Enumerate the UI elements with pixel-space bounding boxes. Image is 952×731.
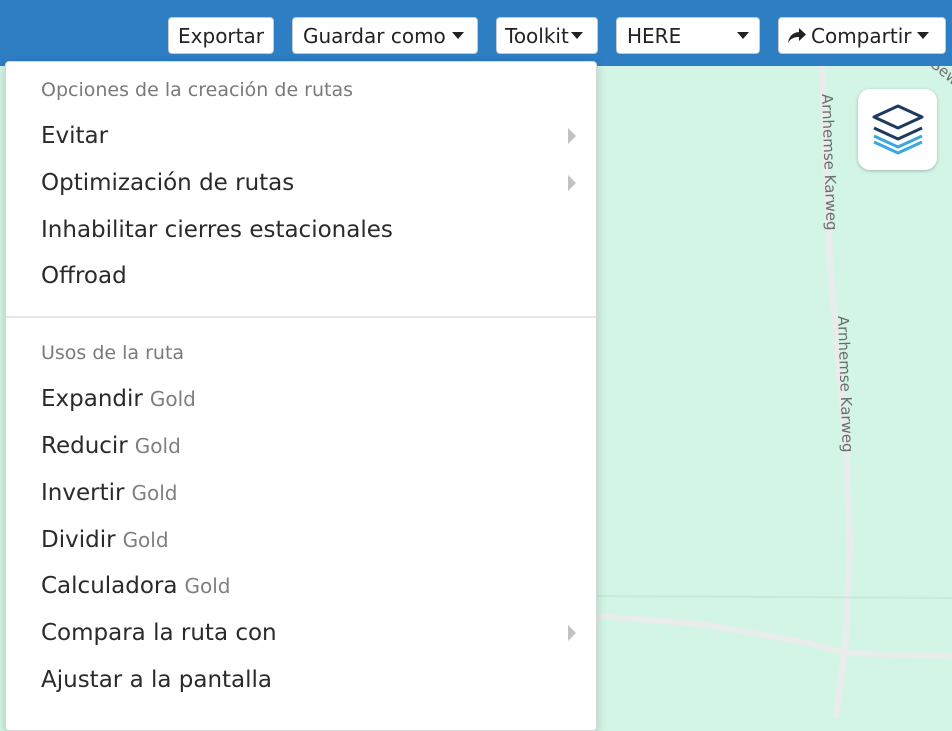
road-label-corner: Sew [927,66,952,89]
menu-item-offroad[interactable]: Offroad [41,258,580,294]
menu-item-label: Evitar [41,123,109,149]
menu-section-header-routing: Opciones de la creación de rutas [41,79,354,101]
menu-item-invertir[interactable]: Invertir Gold [41,475,580,511]
menu-item-label: Invertir [41,480,125,506]
top-toolbar: Exportar Guardar como Toolkit HERE Compa… [0,0,952,66]
menu-item-inhabilitar-cierres[interactable]: Inhabilitar cierres estacionales [41,212,580,248]
menu-item-label: Calculadora [41,573,178,599]
menu-divider [6,316,596,318]
menu-item-label: Offroad [41,263,127,289]
road-label-upper: Arnhemse Karweg [818,94,841,231]
chevron-right-icon [568,128,576,144]
share-button[interactable]: Compartir [778,17,946,54]
save-as-button[interactable]: Guardar como [292,17,478,54]
share-button-label: Compartir [811,23,912,48]
menu-item-calculadora[interactable]: Calculadora Gold [41,568,580,604]
menu-item-dividir[interactable]: Dividir Gold [41,522,580,558]
layers-icon [872,104,923,154]
caret-down-icon [917,32,930,39]
gold-badge: Gold [122,528,169,552]
export-button-label: Exportar [178,23,264,48]
gold-badge: Gold [149,387,196,411]
menu-item-label: Reducir [41,433,128,459]
map-provider-value: HERE [627,23,682,48]
export-button[interactable]: Exportar [168,17,274,54]
gold-badge: Gold [131,481,178,505]
toolkit-button-label: Toolkit [505,23,569,48]
road-horizontal-lower [596,595,952,599]
gold-badge: Gold [134,434,181,458]
gold-badge: Gold [184,574,231,598]
menu-item-evitar[interactable]: Evitar [41,118,580,154]
caret-down-icon [737,32,749,39]
menu-item-label: Compara la ruta con [41,620,277,646]
toolkit-button[interactable]: Toolkit [496,17,598,54]
menu-item-optimizacion[interactable]: Optimización de rutas [41,165,580,201]
chevron-right-icon [568,175,576,191]
menu-item-ajustar-pantalla[interactable]: Ajustar a la pantalla [41,662,580,698]
toolkit-dropdown-menu: Opciones de la creación de rutas Evitar … [5,61,597,731]
menu-item-compara-ruta[interactable]: Compara la ruta con [41,615,580,651]
caret-down-icon [570,32,583,39]
menu-item-reducir[interactable]: Reducir Gold [41,428,580,464]
road-label-lower: Arnhemse Karweg [834,316,857,453]
menu-item-label: Expandir [41,386,143,412]
menu-item-label: Inhabilitar cierres estacionales [41,217,393,243]
menu-item-label: Optimización de rutas [41,170,295,196]
menu-item-label: Dividir [41,527,116,553]
caret-down-icon [451,32,464,39]
menu-item-expandir[interactable]: Expandir Gold [41,381,580,417]
menu-item-label: Ajustar a la pantalla [41,667,273,693]
map-provider-select[interactable]: HERE [616,17,760,54]
road-horizontal-upper [596,613,952,659]
save-as-button-label: Guardar como [303,23,446,48]
chevron-right-icon [568,625,576,641]
menu-section-header-uses: Usos de la ruta [41,342,185,364]
layers-button[interactable] [858,89,937,170]
share-arrow-icon [788,27,806,43]
